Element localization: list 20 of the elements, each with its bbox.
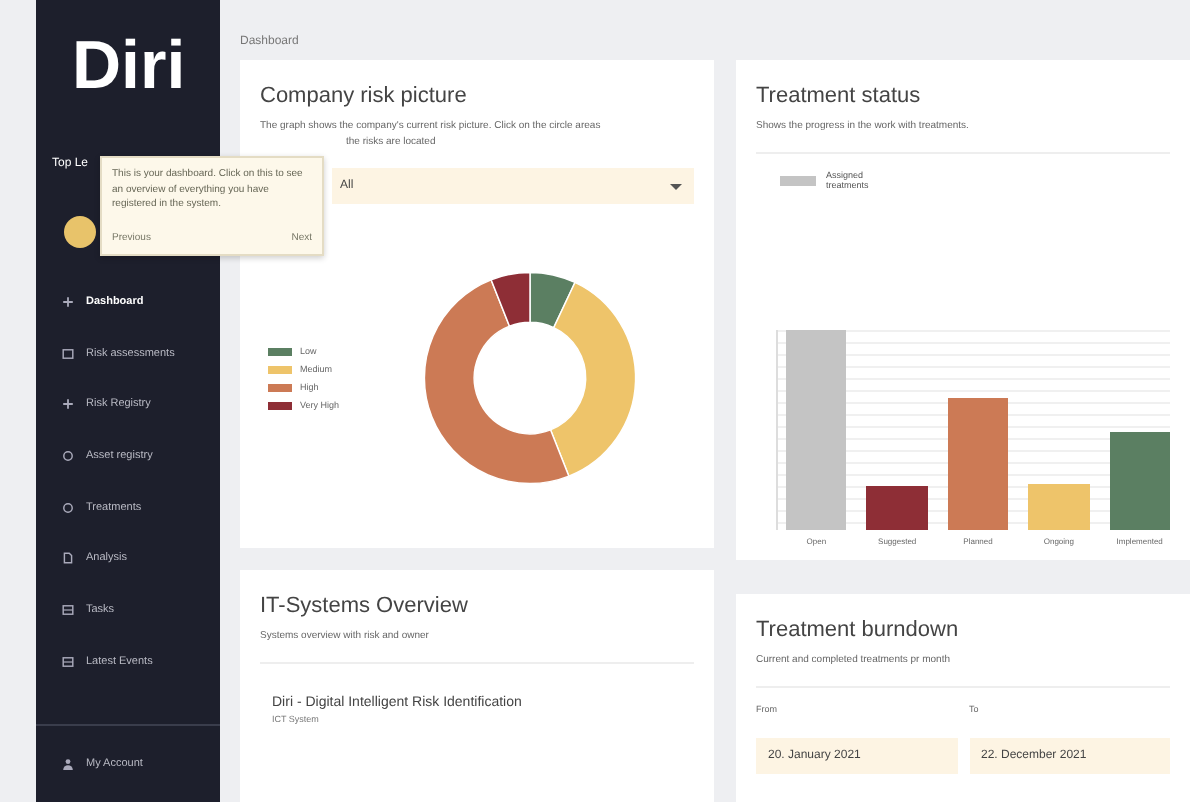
plus-icon (62, 398, 74, 411)
card-title: IT-Systems Overview (260, 594, 470, 618)
legend-swatch (780, 175, 816, 185)
circle-icon (62, 501, 74, 514)
user-icon (62, 758, 74, 770)
user-avatar-icon (64, 216, 96, 248)
card-title: Treatment status (756, 84, 923, 108)
plus-icon (62, 295, 74, 308)
circle-icon (62, 449, 74, 462)
chart-bar (1109, 432, 1171, 530)
app-logo: Diri (70, 26, 188, 106)
card-title: Treatment burndown (756, 618, 961, 642)
card-title: Company risk picture (260, 84, 469, 108)
document-icon (62, 552, 74, 565)
chart-bar (947, 398, 1009, 530)
grid-icon (62, 603, 74, 616)
chart-bar (1028, 484, 1090, 530)
caret-icon (670, 183, 682, 189)
chart-bar (866, 486, 928, 530)
grid-icon (62, 655, 74, 668)
